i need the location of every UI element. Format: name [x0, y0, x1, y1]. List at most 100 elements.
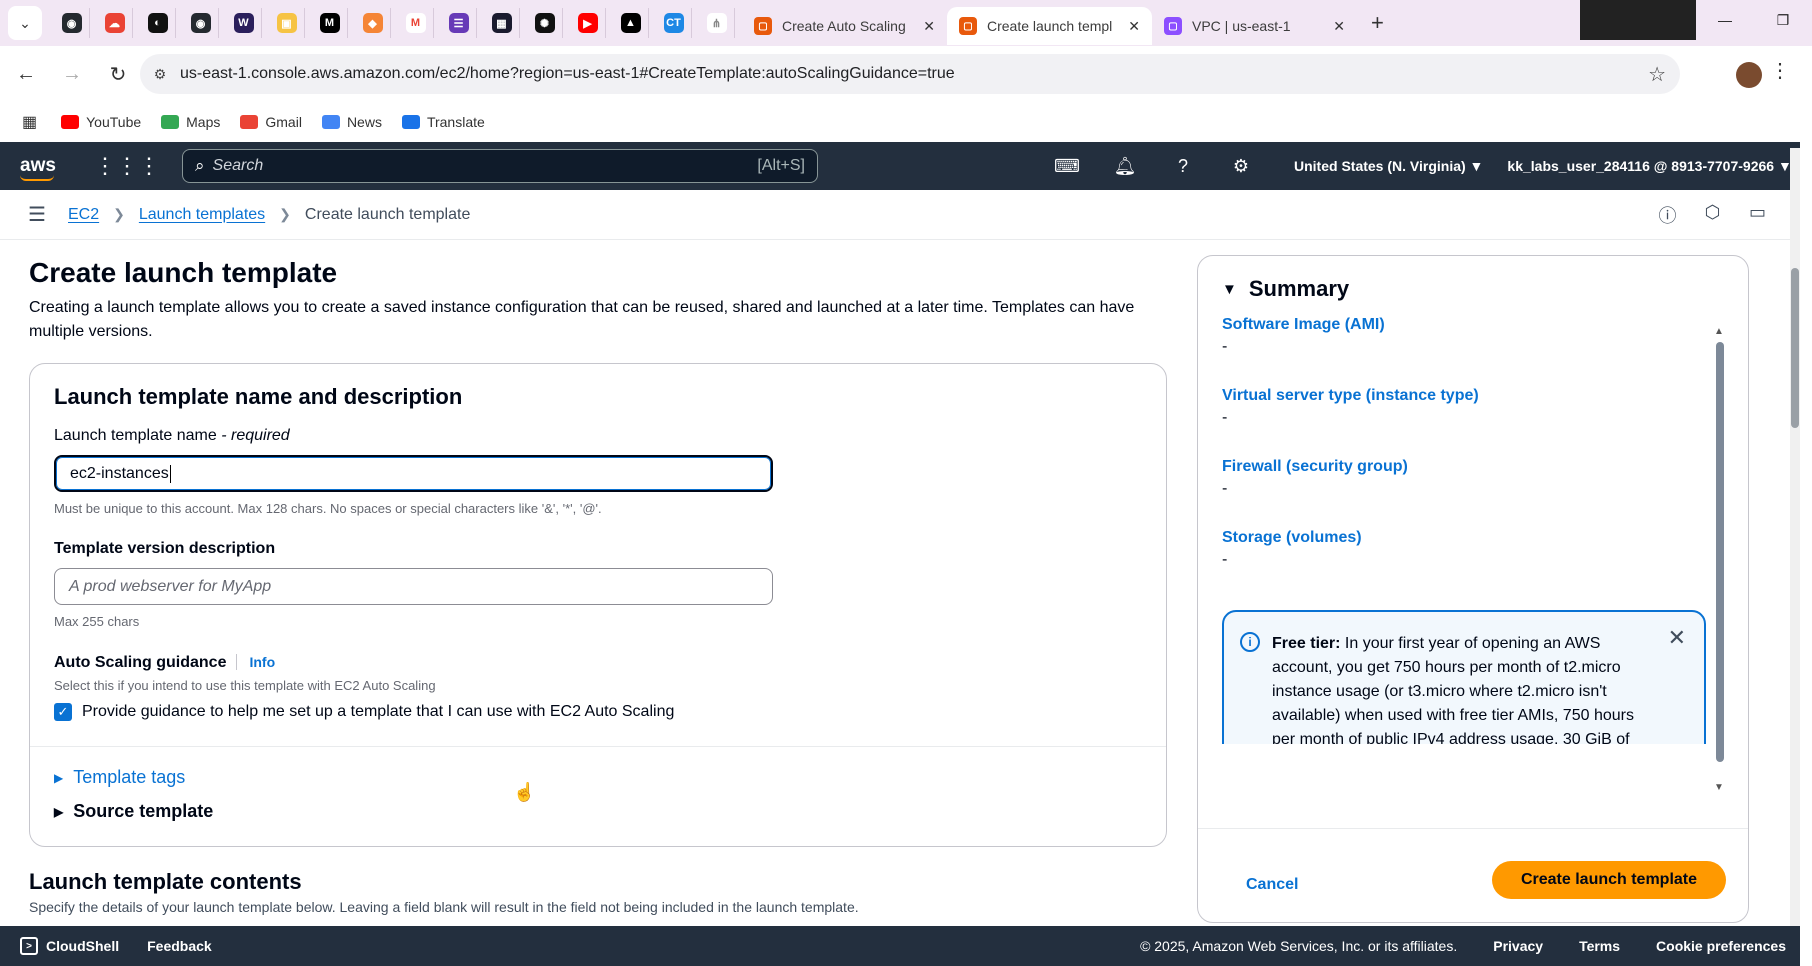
services-grid-icon[interactable]: ⋮⋮⋮ — [94, 153, 160, 179]
main-content: Create launch template Creating a launch… — [0, 241, 1784, 926]
bookmark-translate[interactable]: Translate — [401, 114, 485, 130]
pinned-tab-github[interactable]: ◉ — [54, 8, 90, 38]
cloudshell-button[interactable]: > CloudShell — [20, 937, 119, 955]
new-tab-plus-icon[interactable]: + — [1371, 10, 1384, 36]
tab-create-launch-template[interactable]: ▢ Create launch templ ✕ — [947, 7, 1152, 45]
close-tab-icon[interactable]: ✕ — [1128, 18, 1140, 35]
pinned-tab-triangle[interactable]: ▲ — [613, 8, 649, 38]
apps-grid-icon[interactable]: ▦ — [22, 112, 37, 132]
summary-scroll-area[interactable]: Software Image (AMI) - Virtual server ty… — [1198, 310, 1748, 744]
bookmark-news[interactable]: News — [321, 114, 382, 130]
breadcrumb-launch-templates[interactable]: Launch templates — [139, 206, 265, 224]
pinned-tab-gmail[interactable]: M — [398, 8, 434, 38]
bookmark-gmail[interactable]: Gmail — [240, 114, 302, 130]
pinned-tab-ct[interactable]: CT — [656, 8, 692, 38]
pinned-tab-forms[interactable]: ☰ — [441, 8, 477, 38]
summary-key-link[interactable]: Virtual server type (instance type) — [1222, 387, 1479, 405]
template-tags-expander[interactable]: ▶ Template tags — [54, 767, 185, 788]
scrollbar-thumb[interactable] — [1791, 268, 1799, 428]
url-field[interactable]: ⚙ us-east-1.console.aws.amazon.com/ec2/h… — [140, 54, 1680, 94]
close-tab-icon[interactable]: ✕ — [1333, 18, 1345, 35]
description-input[interactable]: A prod webserver for MyApp — [54, 568, 773, 605]
pinned-tab-openai[interactable]: ✺ — [527, 8, 563, 38]
browser-menu-icon[interactable]: ⋮ — [1770, 58, 1790, 83]
aws-search-input[interactable]: ⌕ Search [Alt+S] — [182, 149, 818, 183]
divider — [30, 746, 1166, 747]
hamburger-menu-icon[interactable]: ☰ — [28, 202, 68, 227]
template-name-input[interactable]: ec2-instances — [54, 455, 773, 492]
pinned-tab-w[interactable]: W — [226, 8, 262, 38]
right-tools: ⓘ ⬡ ▭ — [1645, 202, 1780, 228]
account-menu[interactable]: kk_labs_user_284116 @ 8913-7707-9266 ▼ — [1507, 158, 1791, 174]
scroll-up-icon[interactable]: ▲ — [1714, 326, 1724, 337]
summary-key-link[interactable]: Software Image (AMI) — [1222, 316, 1385, 334]
caret-right-icon: ▶ — [54, 804, 64, 819]
terms-link[interactable]: Terms — [1579, 938, 1620, 954]
summary-toggle[interactable]: ▼ Summary — [1222, 276, 1349, 302]
create-launch-template-button[interactable]: Create launch template — [1492, 861, 1726, 899]
bookmark-maps[interactable]: Maps — [161, 114, 220, 130]
region-selector[interactable]: United States (N. Virginia) ▼ — [1294, 158, 1483, 174]
bookmark-star-icon[interactable]: ☆ — [1648, 62, 1666, 87]
description-hint: Max 255 chars — [54, 614, 140, 629]
pinned-tab-github-2[interactable]: ◉ — [183, 8, 219, 38]
cookie-preferences-link[interactable]: Cookie preferences — [1656, 938, 1786, 954]
bookmark-youtube[interactable]: YouTube — [61, 114, 141, 130]
reload-icon[interactable]: ↻ — [98, 62, 138, 87]
tab-title: VPC | us-east-1 — [1192, 18, 1291, 34]
feedback-link[interactable]: Feedback — [147, 938, 212, 954]
tab-search-chevron-icon[interactable]: ⌄ — [8, 6, 42, 40]
close-tab-icon[interactable]: ✕ — [923, 18, 935, 35]
summary-key-link[interactable]: Storage (volumes) — [1222, 529, 1362, 547]
pinned-tab-image[interactable]: ▦ — [484, 8, 520, 38]
site-info-icon[interactable]: ⚙ — [140, 66, 180, 83]
tab-create-auto-scaling[interactable]: ▢ Create Auto Scaling ✕ — [742, 7, 947, 45]
profile-avatar[interactable] — [1736, 62, 1762, 88]
cloudshell-icon[interactable]: ⌨ — [1038, 156, 1096, 177]
pinned-tab-youtube[interactable]: ▶ — [570, 8, 606, 38]
forward-arrow-icon[interactable]: → — [52, 63, 92, 86]
footer-links: © 2025, Amazon Web Services, Inc. or its… — [1140, 938, 1786, 954]
checkmark-icon[interactable]: ✓ — [54, 703, 72, 721]
bell-icon[interactable]: 🔔︎ — [1096, 156, 1154, 177]
scroll-down-icon[interactable]: ▼ — [1714, 782, 1724, 793]
news-icon — [321, 115, 340, 129]
back-arrow-icon[interactable]: ← — [6, 63, 46, 86]
source-template-expander[interactable]: ▶ Source template — [54, 801, 213, 822]
pinned-tab-box[interactable]: ▣ — [269, 8, 305, 38]
cube-icon: ◆ — [362, 13, 383, 33]
network-icon: ⋔ — [706, 13, 727, 33]
scrollbar-thumb[interactable] — [1716, 342, 1724, 762]
breadcrumb-ec2[interactable]: EC2 — [68, 206, 99, 224]
summary-key-link[interactable]: Firewall (security group) — [1222, 458, 1408, 476]
close-icon[interactable]: ✕ — [1668, 626, 1686, 650]
label-text: Auto Scaling guidance — [54, 654, 227, 671]
bookmark-label: News — [346, 114, 382, 130]
pinned-tab-app[interactable]: ◐ — [140, 8, 176, 38]
tab-vpc[interactable]: ▢ VPC | us-east-1 ✕ — [1152, 7, 1357, 45]
restore-icon[interactable]: ❐ — [1754, 0, 1812, 40]
copyright-text: © 2025, Amazon Web Services, Inc. or its… — [1140, 938, 1458, 954]
feedback-panel-icon[interactable]: ▭ — [1735, 202, 1780, 228]
image-app-icon: ▦ — [491, 13, 512, 33]
gear-icon[interactable]: ⚙ — [1212, 156, 1270, 177]
privacy-link[interactable]: Privacy — [1493, 938, 1543, 954]
info-circle-icon[interactable]: ⓘ — [1645, 202, 1690, 228]
summary-scrollbar[interactable]: ▲ ▼ — [1714, 326, 1724, 796]
asg-guidance-checkbox[interactable]: ✓ Provide guidance to help me set up a t… — [54, 703, 674, 721]
pinned-tab-network[interactable]: ⋔ — [699, 8, 735, 38]
hexagon-settings-icon[interactable]: ⬡ — [1690, 202, 1735, 228]
address-bar-row: ← → ↻ ⚙ us-east-1.console.aws.amazon.com… — [0, 46, 1812, 102]
pinned-tab-cloud[interactable]: ☁ — [97, 8, 133, 38]
ct-icon: CT — [663, 13, 684, 33]
free-tier-label: Free tier: — [1272, 635, 1341, 652]
name-description-panel: Launch template name and description Lau… — [29, 363, 1167, 847]
minimize-icon[interactable]: — — [1696, 0, 1754, 40]
aws-logo[interactable]: aws — [20, 155, 60, 181]
pinned-tab-cube[interactable]: ◆ — [355, 8, 391, 38]
pinned-tab-medium[interactable]: M — [312, 8, 348, 38]
help-icon[interactable]: ? — [1154, 156, 1212, 177]
info-link[interactable]: Info — [236, 654, 276, 670]
page-scrollbar[interactable] — [1790, 148, 1800, 926]
cancel-button[interactable]: Cancel — [1246, 876, 1298, 894]
